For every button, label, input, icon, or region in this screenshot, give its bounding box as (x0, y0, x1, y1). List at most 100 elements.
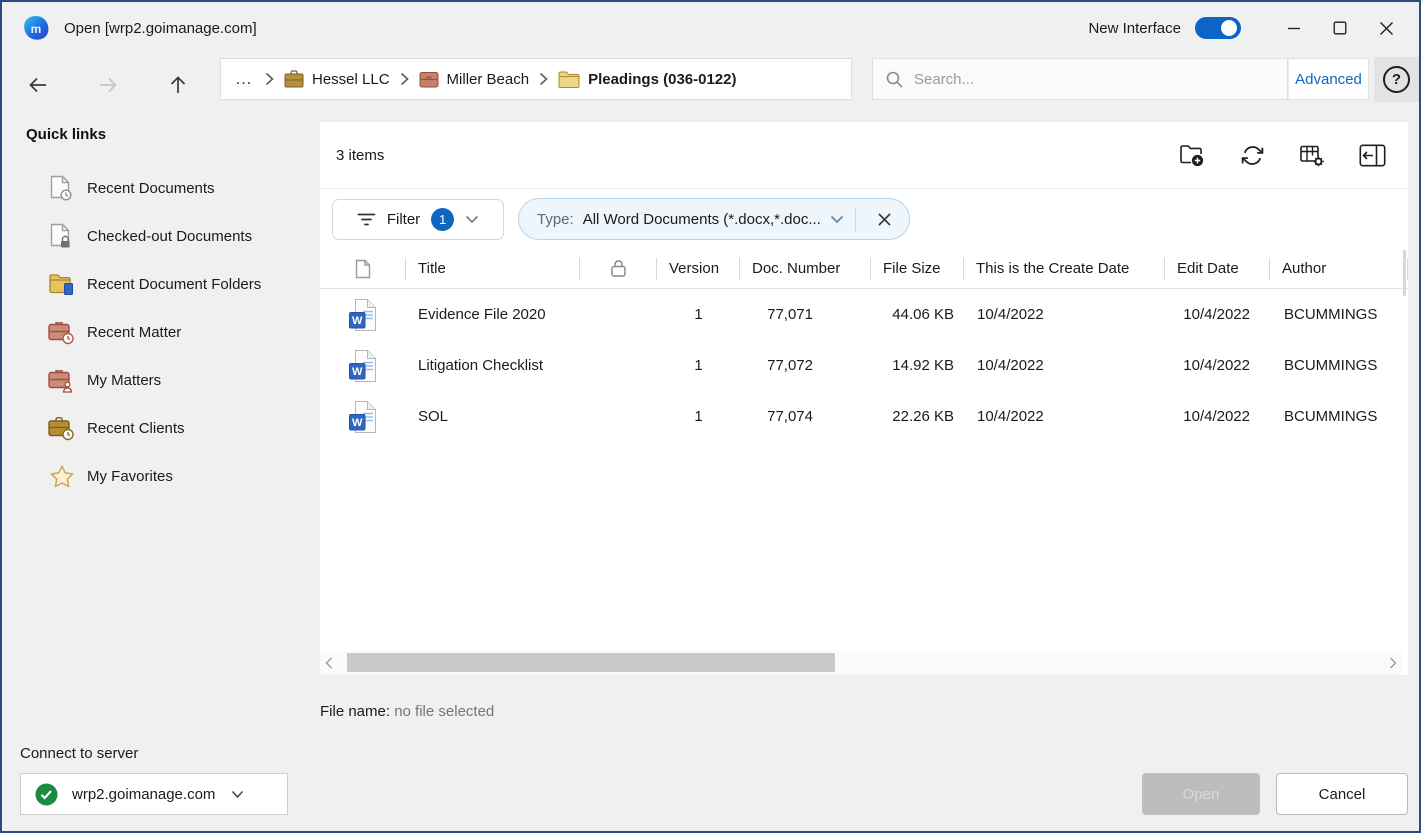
column-file-size[interactable]: File Size (871, 249, 964, 288)
breadcrumb-label: Hessel LLC (312, 71, 390, 88)
horizontal-scrollbar-thumb[interactable] (347, 653, 835, 672)
column-author[interactable]: Author (1270, 249, 1408, 288)
advanced-search-button[interactable]: Advanced (1288, 58, 1369, 100)
sidebar-item-label: My Favorites (87, 468, 173, 485)
column-create-date[interactable]: This is the Create Date (964, 249, 1165, 288)
table-row[interactable]: W Evidence File 2020 1 77,071 44.06 KB 1… (320, 289, 1408, 340)
cell-create-date: 10/4/2022 (964, 408, 1165, 425)
svg-text:W: W (352, 315, 363, 327)
column-settings-button[interactable] (1298, 141, 1326, 169)
cell-doc-number: 77,071 (740, 306, 871, 323)
scroll-right-button[interactable] (1384, 657, 1402, 669)
chip-divider (855, 207, 856, 231)
new-interface-toggle[interactable] (1195, 17, 1241, 39)
search-bar: Advanced (872, 58, 1369, 100)
word-file-icon: W (320, 298, 406, 332)
cancel-button[interactable]: Cancel (1276, 773, 1408, 815)
filter-label: Filter (387, 211, 420, 228)
sidebar-item-label: Recent Documents (87, 180, 215, 197)
sidebar-item-my-favorites[interactable]: My Favorites (2, 452, 320, 500)
cell-edit-date: 10/4/2022 (1165, 408, 1270, 425)
sidebar-item-recent-documents[interactable]: Recent Documents (2, 164, 320, 212)
svg-text:W: W (352, 366, 363, 378)
clear-filter-button[interactable] (867, 201, 903, 237)
cell-version: 1 (657, 357, 740, 374)
close-button[interactable] (1363, 9, 1409, 47)
column-edit-date[interactable]: Edit Date (1165, 249, 1270, 288)
breadcrumb-item-folder[interactable]: Pleadings (036-0122) (558, 71, 736, 88)
titlebar: m Open [wrp2.goimanage.com] New Interfac… (2, 2, 1419, 54)
column-doc-number[interactable]: Doc. Number (740, 249, 871, 288)
breadcrumb: … Hessel LLC Miller Beach (220, 58, 852, 100)
cell-version: 1 (657, 408, 740, 425)
chevron-right-icon (265, 72, 274, 86)
arrow-right-icon (96, 73, 120, 97)
chevron-left-icon (325, 657, 333, 669)
chevron-down-icon[interactable] (830, 215, 844, 224)
sidebar-item-label: My Matters (87, 372, 161, 389)
refresh-button[interactable] (1238, 141, 1266, 169)
maximize-button[interactable] (1317, 9, 1363, 47)
sidebar-item-recent-matter[interactable]: Recent Matter (2, 308, 320, 356)
filter-button[interactable]: Filter 1 (332, 199, 504, 240)
word-file-icon: W (320, 349, 406, 383)
minimize-button[interactable] (1271, 9, 1317, 47)
filter-chip-type[interactable]: Type: All Word Documents (*.docx,*.doc..… (518, 198, 910, 240)
connect-to-server-label: Connect to server (20, 745, 138, 762)
cell-title: Evidence File 2020 (406, 306, 580, 323)
star-icon (48, 464, 75, 489)
table-row[interactable]: W Litigation Checklist 1 77,072 14.92 KB… (320, 340, 1408, 391)
quick-links-sidebar: Quick links Recent Documents Checked-out… (2, 120, 320, 731)
server-select[interactable]: wrp2.goimanage.com (20, 773, 288, 815)
cell-file-size: 14.92 KB (871, 357, 964, 374)
cell-doc-number: 77,074 (740, 408, 871, 425)
back-button[interactable] (18, 65, 58, 105)
new-folder-icon (1179, 143, 1205, 167)
minimize-icon (1287, 21, 1301, 35)
column-lock[interactable] (580, 249, 657, 288)
client-clock-icon (48, 416, 75, 441)
cell-author: BCUMMINGS (1270, 357, 1408, 374)
table-row[interactable]: W SOL 1 77,074 22.26 KB 10/4/2022 10/4/2… (320, 391, 1408, 442)
vertical-scrollbar-thumb[interactable] (1403, 250, 1406, 296)
sidebar-item-recent-clients[interactable]: Recent Clients (2, 404, 320, 452)
column-version[interactable]: Version (657, 249, 740, 288)
imanage-logo-icon: m (22, 15, 50, 41)
search-input[interactable] (914, 71, 1275, 88)
panel-toolbar-row: 3 items (320, 122, 1408, 189)
arrow-left-icon (26, 73, 50, 97)
sidebar-item-checked-out-documents[interactable]: Checked-out Documents (2, 212, 320, 260)
help-button[interactable]: ? (1374, 57, 1419, 102)
navigation-bar: … Hessel LLC Miller Beach (2, 54, 1419, 120)
maximize-icon (1333, 21, 1347, 35)
filter-chip-value: All Word Documents (*.docx,*.doc... (583, 211, 821, 228)
collapse-panel-button[interactable] (1358, 141, 1386, 169)
file-name-row: File name: no file selected (320, 703, 494, 720)
scroll-left-button[interactable] (320, 657, 338, 669)
open-button[interactable]: Open (1142, 773, 1260, 815)
cell-edit-date: 10/4/2022 (1165, 357, 1270, 374)
briefcase-icon (284, 70, 304, 88)
toggle-knob (1221, 20, 1237, 36)
filter-lines-icon (357, 212, 376, 227)
column-title[interactable]: Title (406, 249, 580, 288)
forward-button[interactable] (88, 65, 128, 105)
breadcrumb-overflow-button[interactable]: … (233, 69, 255, 89)
breadcrumb-item-matter[interactable]: Miller Beach (419, 71, 530, 88)
column-doc-type[interactable] (320, 249, 406, 288)
file-name-value: no file selected (394, 703, 494, 720)
cell-doc-number: 77,072 (740, 357, 871, 374)
sidebar-item-label: Recent Clients (87, 420, 185, 437)
sidebar-item-recent-document-folders[interactable]: Recent Document Folders (2, 260, 320, 308)
close-icon (1379, 21, 1394, 36)
sidebar-item-label: Recent Matter (87, 324, 181, 341)
sidebar-item-my-matters[interactable]: My Matters (2, 356, 320, 404)
breadcrumb-item-client[interactable]: Hessel LLC (284, 70, 390, 88)
search-box (872, 58, 1288, 100)
items-count: 3 items (336, 147, 384, 164)
up-button[interactable] (158, 65, 198, 105)
sidebar-heading: Quick links (26, 126, 106, 143)
horizontal-scrollbar[interactable] (320, 650, 1402, 675)
new-folder-button[interactable] (1178, 141, 1206, 169)
refresh-icon (1240, 143, 1265, 168)
